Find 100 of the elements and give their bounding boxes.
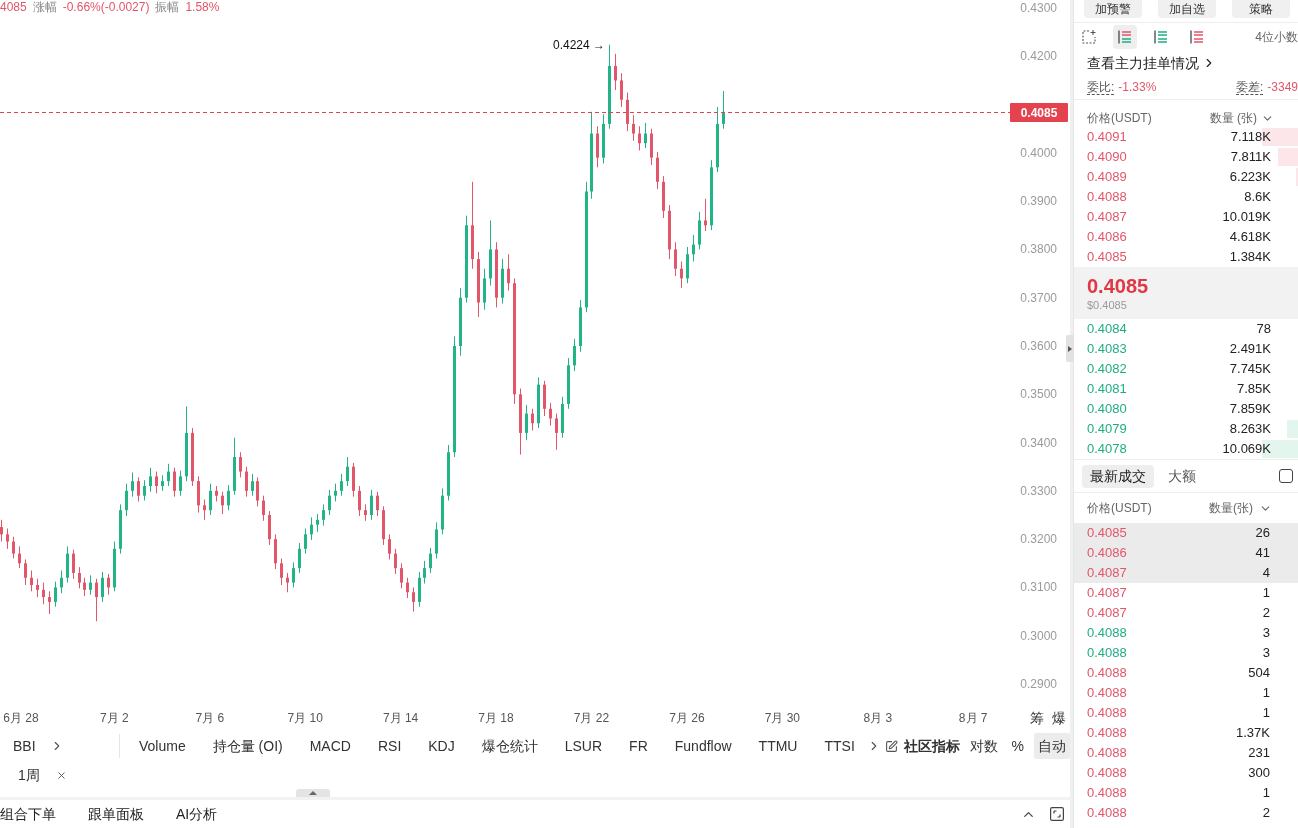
candle	[36, 578, 39, 598]
trade-amount: 504	[1248, 664, 1270, 683]
indicator-option[interactable]: Fundflow	[674, 735, 732, 757]
trade-price: 0.4088	[1087, 804, 1127, 823]
indicator-option[interactable]: Volume	[139, 735, 186, 757]
ref-line-label: 0.4085	[1020, 106, 1058, 120]
order-book-row[interactable]: 0.4084 78	[1074, 319, 1298, 339]
whale-orders-link[interactable]: 查看主力挂单情况	[1087, 52, 1199, 74]
order-book-row[interactable]: 0.4086 4.618K	[1074, 227, 1298, 247]
main-indicator-option[interactable]: BBI	[13, 735, 36, 757]
change-value: -0.66%(-0.0027)	[62, 0, 150, 14]
candle	[567, 357, 570, 410]
bottom-tab[interactable]: AI分析	[176, 803, 218, 825]
precision-option[interactable]: 4位小数	[1255, 28, 1298, 46]
trade-price: 0.4088	[1087, 664, 1127, 683]
scale-option[interactable]: 自动	[1034, 733, 1070, 759]
order-book-row[interactable]: 0.4079 8.263K	[1074, 419, 1298, 439]
indicator-option[interactable]: KDJ	[428, 735, 455, 757]
trade-amount: 2	[1262, 604, 1270, 623]
bottom-tab[interactable]: 跟单面板	[88, 803, 144, 825]
trade-price: 0.4088	[1087, 784, 1127, 803]
candle	[18, 545, 21, 569]
candle	[221, 491, 224, 515]
candle	[501, 258, 504, 304]
candle	[602, 113, 605, 164]
candle	[596, 125, 599, 168]
price-axis-label: 0.3500	[1020, 387, 1057, 402]
indicator-option[interactable]: RSI	[377, 735, 402, 757]
order-book-row[interactable]: 0.4088 8.6K	[1074, 187, 1298, 207]
trade-price: 0.4088	[1087, 744, 1127, 763]
date-axis-label: 7月 18	[478, 711, 514, 725]
candle	[113, 541, 116, 592]
candle	[537, 376, 540, 429]
bottom-tab[interactable]: 组合下单	[0, 803, 56, 825]
candle	[161, 474, 164, 492]
checkbox[interactable]	[1279, 469, 1293, 483]
order-book-row[interactable]: 0.4091 7.118K	[1074, 127, 1298, 147]
dashed-square-plus-icon[interactable]	[1082, 30, 1096, 44]
indicator-option[interactable]: 爆仓统计	[481, 735, 538, 757]
view-mode-button[interactable]	[1113, 25, 1137, 49]
axis-tool-toggle[interactable]: 爆	[1052, 709, 1066, 727]
candle	[716, 106, 719, 173]
indicator-option[interactable]: TTSI	[824, 735, 855, 757]
candle	[60, 570, 63, 594]
candle	[274, 533, 277, 570]
candle	[388, 533, 391, 560]
candle	[251, 473, 254, 497]
candle	[561, 396, 564, 439]
price-axis-label: 0.3000	[1020, 628, 1057, 643]
order-book-row[interactable]: 0.4083 2.491K	[1074, 339, 1298, 359]
candle	[447, 444, 450, 501]
order-book-row[interactable]: 0.4085 1.384K	[1074, 247, 1298, 267]
action-button[interactable]: 加预警	[1084, 0, 1142, 18]
indicator-option[interactable]: FR	[629, 735, 648, 757]
order-book-row[interactable]: 0.4090 7.811K	[1074, 147, 1298, 167]
scale-option[interactable]: %	[1007, 733, 1028, 759]
candle	[292, 561, 295, 588]
trade-amount: 4	[1262, 564, 1270, 583]
collapse-handle[interactable]	[1066, 335, 1074, 362]
candle	[579, 299, 582, 353]
scale-option[interactable]: 对数	[965, 733, 1002, 759]
candle	[256, 476, 259, 507]
order-book-row[interactable]: 0.4080 7.859K	[1074, 399, 1298, 419]
candle	[203, 499, 206, 521]
indicator-option[interactable]: MACD	[309, 735, 351, 757]
expand-icon[interactable]	[1050, 807, 1064, 821]
order-book-row[interactable]: 0.4082 7.745K	[1074, 359, 1298, 379]
edit-icon[interactable]	[884, 739, 898, 753]
community-indicators-link[interactable]: 社区指标	[903, 735, 960, 757]
candle	[173, 467, 176, 498]
action-button[interactable]: 策略	[1232, 0, 1290, 18]
trade-amount: 2	[1262, 804, 1270, 823]
close-icon[interactable]	[55, 769, 67, 781]
indicator-option[interactable]: LSUR	[564, 735, 603, 757]
price-axis-label: 0.3400	[1020, 435, 1057, 450]
price-axis-label: 0.4000	[1020, 145, 1057, 160]
last-price: 0.4085	[1087, 274, 1150, 298]
trade-amount: 41	[1255, 544, 1270, 563]
order-book-row[interactable]: 0.4089 6.223K	[1074, 167, 1298, 187]
candle	[66, 545, 69, 584]
trade-amount: 1.37K	[1236, 724, 1270, 743]
indicator-option[interactable]: TTMU	[758, 735, 798, 757]
panel-handle[interactable]	[296, 789, 330, 797]
order-book-row[interactable]: 0.4078 10.069K	[1074, 439, 1298, 459]
indicator-option[interactable]: 持仓量 (OI)	[212, 735, 283, 757]
candle	[364, 503, 367, 522]
axis-tool-toggle[interactable]: 筹	[1030, 709, 1044, 727]
candle	[286, 572, 289, 593]
order-book-row[interactable]: 0.4081 7.85K	[1074, 379, 1298, 399]
candle	[54, 581, 57, 608]
action-button[interactable]: 加自选	[1158, 0, 1216, 18]
trade-tab[interactable]: 最新成交	[1082, 464, 1154, 488]
candle	[334, 483, 337, 502]
change-label: 涨幅	[32, 0, 57, 14]
candle	[531, 408, 534, 431]
order-book-row[interactable]: 0.4087 10.019K	[1074, 207, 1298, 227]
trade-tab[interactable]: 大额	[1158, 464, 1206, 488]
price-axis-label: 0.3800	[1020, 242, 1057, 257]
candle	[358, 485, 361, 517]
candle	[418, 571, 421, 608]
